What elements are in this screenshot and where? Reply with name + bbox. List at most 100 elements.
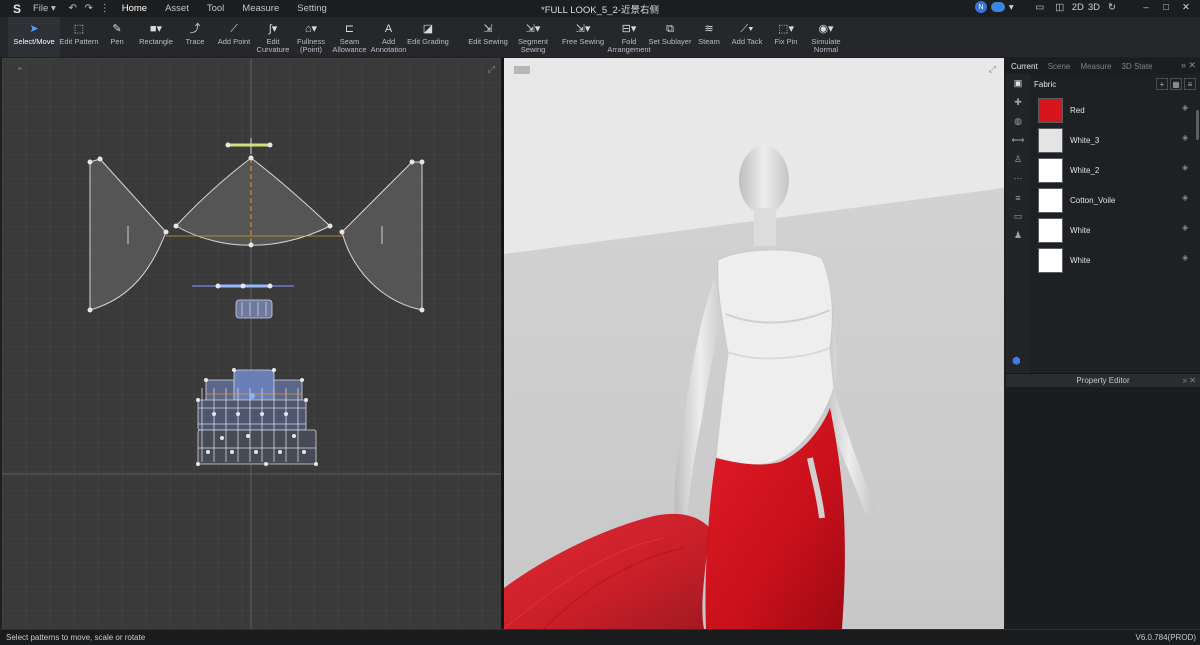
add-point-icon: ⟋ [230, 23, 238, 35]
zipper-icon[interactable]: ⟷ [1006, 131, 1030, 150]
main-toolbar: ➤ Select/Move ⬚ Edit Pattern ✎ Pen ■▾ Re… [0, 17, 1200, 57]
menu-tool[interactable]: Tool [198, 3, 233, 14]
layout-single-icon[interactable]: ▭ [1032, 2, 1048, 13]
tool-edit-curvature[interactable]: ∫▾ Edit Curvature [254, 17, 292, 57]
property-editor-body [1006, 387, 1200, 629]
tab-scene[interactable]: Scene [1043, 62, 1076, 71]
trim-icon[interactable]: ◍ [1006, 112, 1030, 131]
tool-pen[interactable]: ✎ Pen [98, 17, 136, 57]
tool-seam-allowance[interactable]: ⊏ Seam Allowance [330, 17, 369, 57]
tool-label: Seam Allowance [332, 37, 367, 54]
tool-fold-arrangement[interactable]: ⊟▾ Fold Arrangement [607, 17, 651, 57]
grid-view-icon[interactable]: ▦ [1170, 78, 1182, 90]
elastic-icon[interactable]: ▭ [1006, 207, 1030, 226]
scene-canvas[interactable] [504, 58, 1004, 629]
viewport-3d-menu[interactable] [514, 66, 530, 74]
fabric-icon[interactable]: ▣ [1006, 74, 1030, 93]
tool-trace[interactable]: ⤴ Trace [176, 17, 214, 57]
tool-label: Trace [185, 37, 205, 46]
layer-icon[interactable]: ◈ [1182, 224, 1190, 232]
layer-icon[interactable]: ◈ [1182, 134, 1190, 142]
collapse-icon[interactable]: ⌃ [16, 66, 24, 77]
menu-asset[interactable]: Asset [156, 3, 198, 14]
button-icon[interactable]: ✚ [1006, 93, 1030, 112]
cloud-dropdown-icon[interactable]: ▾ [1009, 2, 1014, 13]
fabric-swatch [1038, 157, 1063, 183]
menu-file[interactable]: File ▾ [24, 3, 65, 14]
library-buttons: + ▦ ≡ [1156, 78, 1196, 90]
person-icon[interactable]: ♟ [1006, 226, 1030, 245]
list-view-icon[interactable]: ≡ [1184, 78, 1196, 90]
cube-icon[interactable]: ⬢ [1012, 356, 1021, 367]
pattern-canvas[interactable] [2, 58, 501, 629]
layer-icon[interactable]: ◈ [1182, 104, 1190, 112]
mode-3d-button[interactable]: 3D [1088, 2, 1100, 13]
fabric-item[interactable]: White_3 ◈ [1030, 125, 1200, 155]
fabric-swatch [1038, 127, 1063, 153]
tool-segment-sewing[interactable]: ⇲▾ Segment Sewing [508, 17, 558, 57]
undo-icon[interactable]: ↶ [65, 2, 81, 16]
avatar-icon[interactable]: ♙ [1006, 150, 1030, 169]
layer-icon[interactable]: ◈ [1182, 194, 1190, 202]
tool-free-sewing[interactable]: ⇲▾ Free Sewing [558, 17, 608, 57]
topstitch-icon[interactable]: ⋯ [1006, 169, 1030, 188]
refresh-icon[interactable]: ↻ [1104, 2, 1120, 13]
cloud-icon[interactable] [990, 2, 1005, 12]
fabric-item[interactable]: Cotton_Voile ◈ [1030, 185, 1200, 215]
fabric-list-scrollbar[interactable] [1196, 110, 1199, 140]
panel-expand-icon[interactable]: » [1181, 60, 1186, 70]
tool-select-move[interactable]: ➤ Select/Move [8, 17, 60, 57]
layer-icon[interactable]: ◈ [1182, 254, 1190, 262]
tool-edit-sewing[interactable]: ⇲ Edit Sewing [468, 17, 508, 57]
layout-split-icon[interactable]: ◫ [1052, 2, 1068, 13]
fabric-item[interactable]: White ◈ [1030, 245, 1200, 275]
fabric-item[interactable]: White_2 ◈ [1030, 155, 1200, 185]
simulate-icon: ◉▾ [818, 23, 834, 35]
more-icon[interactable]: ⋮ [97, 2, 113, 16]
pattern-2d-viewport[interactable]: ⌃ ⤢ [2, 58, 501, 629]
tool-simulate-normal[interactable]: ◉▾ Simulate Normal [806, 17, 846, 57]
property-editor-close-icon[interactable]: » ✕ [1183, 376, 1196, 385]
fabric-name: White [1070, 255, 1091, 265]
tab-measure[interactable]: Measure [1075, 62, 1116, 71]
fabric-swatch [1038, 97, 1063, 123]
fabric-item[interactable]: White ◈ [1030, 215, 1200, 245]
tool-add-tack[interactable]: ⟋▾ Add Tack [728, 17, 766, 57]
tool-edit-grading[interactable]: ◪ Edit Grading [407, 17, 449, 57]
maximize-icon[interactable]: □ [1158, 2, 1174, 13]
tool-add-point[interactable]: ⟋ Add Point [214, 17, 254, 57]
menu-home[interactable]: Home [113, 3, 156, 14]
tool-label: Fold Arrangement [607, 37, 651, 54]
tab-3d-state[interactable]: 3D State [1117, 62, 1158, 71]
tool-edit-pattern[interactable]: ⬚ Edit Pattern [59, 17, 98, 57]
tool-label: Simulate Normal [811, 37, 841, 54]
tool-fix-pin[interactable]: ⬚▾ Fix Pin [766, 17, 806, 57]
minimize-icon[interactable]: – [1138, 2, 1154, 13]
panel-close-icon[interactable]: ✕ [1188, 60, 1196, 71]
fold-icon: ⊟▾ [621, 23, 637, 35]
tool-steam[interactable]: ≋ Steam [690, 17, 728, 57]
tool-rectangle[interactable]: ■▾ Rectangle [136, 17, 176, 57]
avatar-3d-viewport[interactable]: ⤢ [504, 58, 1004, 629]
redo-icon[interactable]: ↷ [81, 2, 97, 16]
tool-label: Free Sewing [561, 37, 605, 46]
menu-setting[interactable]: Setting [288, 3, 336, 14]
piping-icon[interactable]: ≡ [1006, 188, 1030, 207]
tool-add-annotation[interactable]: A Add Annotation [369, 17, 408, 57]
tool-set-sublayer[interactable]: ⧉ Set Sublayer [649, 17, 692, 57]
mode-2d-button[interactable]: 2D [1072, 2, 1084, 13]
add-fabric-icon[interactable]: + [1156, 78, 1168, 90]
title-bar: S File ▾ ↶ ↷ ⋮ Home Asset Tool Measure S… [0, 0, 1200, 17]
fabric-swatch [1038, 187, 1063, 213]
tab-current[interactable]: Current [1006, 62, 1043, 71]
viewport-2d-expand-icon[interactable]: ⤢ [488, 64, 495, 75]
tool-label: Select/Move [13, 37, 55, 46]
pen-icon: ✎ [112, 23, 122, 35]
layer-icon[interactable]: ◈ [1182, 164, 1190, 172]
tool-fullness[interactable]: ⌂▾ Fullness (Point) [292, 17, 330, 57]
menu-measure[interactable]: Measure [233, 3, 288, 14]
fabric-item[interactable]: Red ◈ [1030, 95, 1200, 125]
user-avatar[interactable]: N [974, 1, 987, 13]
viewport-3d-expand-icon[interactable]: ⤢ [989, 64, 996, 75]
close-icon[interactable]: ✕ [1178, 2, 1194, 13]
